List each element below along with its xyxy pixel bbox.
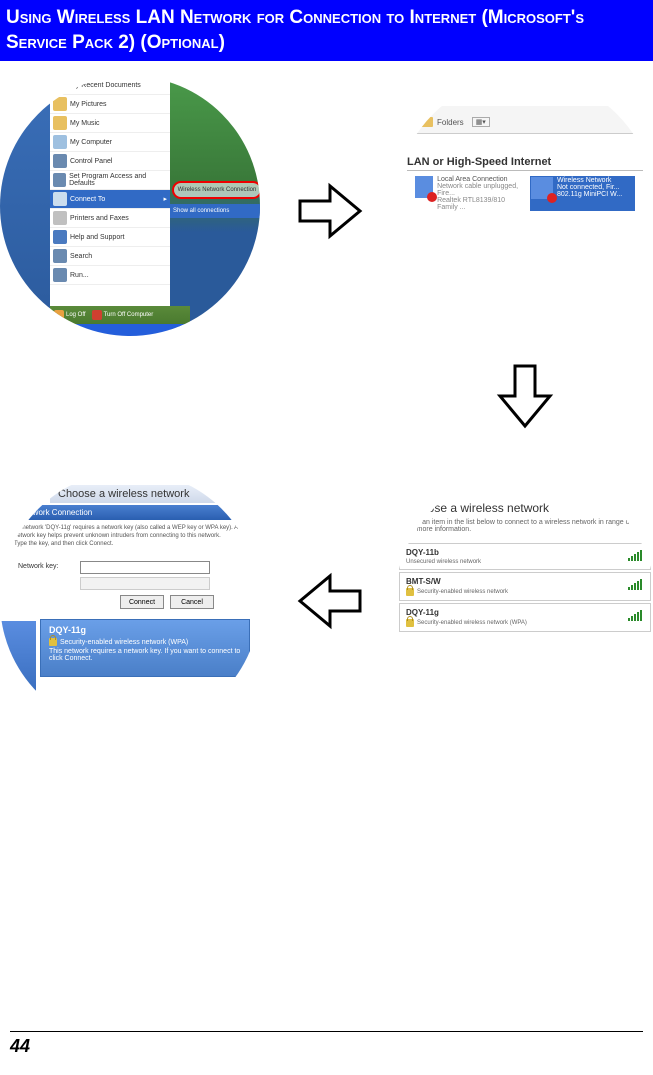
step3-wireless-list: oose a wireless network Click an item in… xyxy=(395,471,653,731)
menu-item[interactable]: Printers and Faxes xyxy=(50,209,170,228)
explorer-toolbar: Help Folders▦▾ xyxy=(415,106,635,134)
menu-item[interactable]: Help and Support xyxy=(50,228,170,247)
local-area-connection[interactable]: Local Area Connection Network cable unpl… xyxy=(415,176,520,211)
arrow-down-icon xyxy=(495,361,555,431)
wifi-network-item[interactable]: DQY-11b Unsecured wireless network xyxy=(399,543,651,570)
key-description: he network 'DQY-11g' requires a network … xyxy=(14,525,254,548)
choose-network-title: oose a wireless network xyxy=(421,501,549,515)
lock-icon xyxy=(406,588,414,596)
connect-button[interactable]: Connect xyxy=(120,595,164,609)
header-title: Using Wireless LAN Network for Connectio… xyxy=(6,7,584,53)
turnoff-button[interactable]: Turn Off Computer xyxy=(92,310,154,320)
menu-item-connect-to[interactable]: Connect To▸ xyxy=(50,190,170,209)
page-number: 44 xyxy=(10,1036,30,1056)
submenu-show-all[interactable]: Show all connections xyxy=(170,204,260,218)
logoff-button[interactable]: Log Off xyxy=(54,310,86,320)
menu-item[interactable]: My Computer xyxy=(50,133,170,152)
menu-item[interactable]: Search xyxy=(50,247,170,266)
signal-icon xyxy=(628,579,642,590)
menu-item[interactable]: My Pictures xyxy=(50,95,170,114)
signal-icon xyxy=(628,610,642,621)
menu-item[interactable]: Run... xyxy=(50,266,170,285)
section-header: Using Wireless LAN Network for Connectio… xyxy=(0,0,653,61)
choose-network-desc: Click an item in the list below to conne… xyxy=(405,519,645,533)
selected-network-panel: DQY-11g Security-enabled wireless networ… xyxy=(40,619,250,677)
lock-icon xyxy=(49,638,57,646)
confirm-key-input[interactable] xyxy=(80,577,210,590)
network-key-input[interactable] xyxy=(80,561,210,574)
wifi-network-item[interactable]: BMT-S/W Security-enabled wireless networ… xyxy=(399,572,651,601)
signal-icon xyxy=(628,550,642,561)
diagram-content: My Recent Documents My Pictures My Music… xyxy=(0,61,653,901)
connection-bar: s Network Connection xyxy=(8,505,260,520)
start-menu-bottom: Log Off Turn Off Computer xyxy=(50,306,190,324)
wireless-connection-callout: Wireless Network Connection xyxy=(172,181,260,199)
wireless-connection-selected[interactable]: Wireless Network Not connected, Fir... 8… xyxy=(530,176,635,211)
wifi-network-item[interactable]: DQY-11g Security-enabled wireless networ… xyxy=(399,603,651,632)
wifi-icon xyxy=(531,177,553,199)
menu-item[interactable]: Control Panel xyxy=(50,152,170,171)
step4-key-dialog: Choose a wireless network s Network Conn… xyxy=(0,471,260,731)
step1-start-menu: My Recent Documents My Pictures My Music… xyxy=(0,76,260,336)
lock-icon xyxy=(406,619,414,627)
cancel-button[interactable]: Cancel xyxy=(170,595,214,609)
arrow-right-icon xyxy=(295,181,365,241)
menu-item[interactable]: My Recent Documents xyxy=(50,76,170,95)
folder-icon xyxy=(421,117,433,127)
network-key-label: Network key: xyxy=(18,563,58,570)
menu-item[interactable]: My Music xyxy=(50,114,170,133)
menu-item[interactable]: Set Program Access and Defaults xyxy=(50,171,170,190)
network-icon xyxy=(415,176,433,198)
arrow-left-icon xyxy=(295,571,365,631)
section-lan-title: LAN or High-Speed Internet xyxy=(407,156,643,171)
dialog-title: Choose a wireless network xyxy=(50,485,260,503)
page-footer: 44 xyxy=(10,1031,643,1057)
start-menu-panel: My Recent Documents My Pictures My Music… xyxy=(50,76,170,336)
step2-network-connections: Help Folders▦▾ LAN or High-Speed Interne… xyxy=(395,76,653,336)
